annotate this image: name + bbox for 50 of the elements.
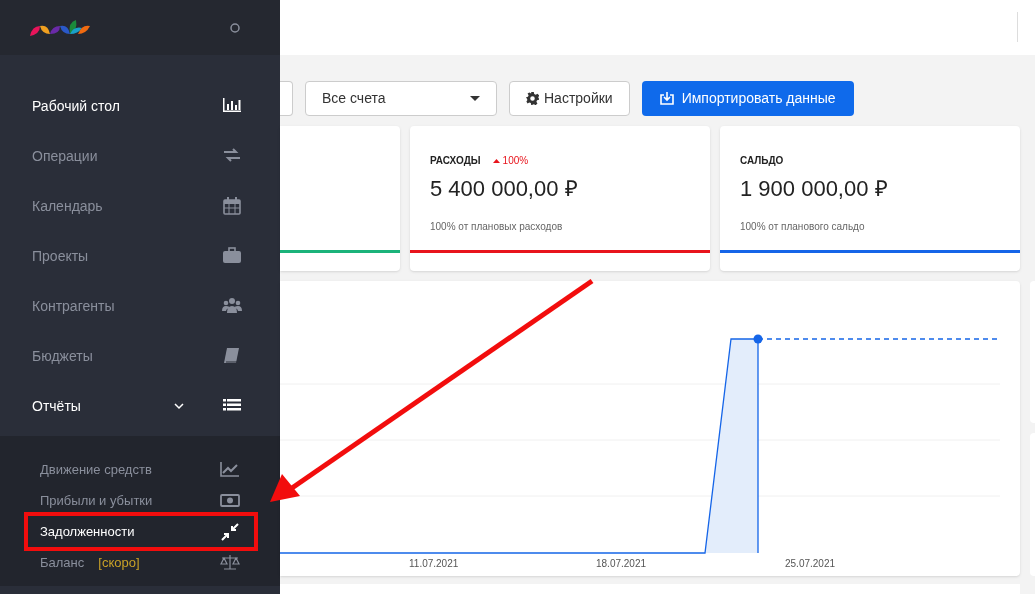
account-select[interactable]: Все счета: [305, 81, 497, 116]
sidebar-item-label: Бюджеты: [32, 346, 94, 366]
settings-button[interactable]: Настройки: [509, 81, 630, 116]
trend-label: 100%: [492, 153, 529, 168]
card-title: САЛЬДО: [740, 154, 784, 168]
download-icon: [659, 92, 674, 105]
card-title: РАСХОДЫ: [430, 154, 481, 168]
sidebar-item[interactable]: Отчёты: [0, 381, 280, 431]
sidebar-item[interactable]: Календарь: [0, 181, 280, 231]
sidebar-item[interactable]: Проекты: [0, 231, 280, 281]
sidebar-item-label: Операции: [32, 146, 99, 166]
briefcase-icon: [222, 246, 242, 266]
line-chart-icon: [220, 459, 240, 480]
card-amount: 1 900 000,00 ₽: [740, 175, 889, 203]
logo-icon: [30, 17, 90, 38]
sidebar-item-label: Контрагенты: [32, 296, 116, 316]
sidebar-item-label: Отчёты: [32, 396, 82, 416]
submenu-item-label: Баланс: [40, 553, 85, 572]
sidebar-item-label: Рабочий стол: [32, 96, 121, 116]
submenu-item-label: Прибыли и убытки: [40, 491, 153, 510]
axis-label: 18.07.2021: [596, 557, 647, 571]
sidebar-item[interactable]: Операции: [0, 131, 280, 181]
sidebar-item-label: Проекты: [32, 246, 90, 266]
book-icon: [222, 346, 242, 366]
submenu-item-label: Задолженности: [40, 522, 135, 541]
sidebar-item[interactable]: Рабочий стол: [0, 81, 280, 131]
sidebar-item[interactable]: Бюджеты: [0, 331, 280, 381]
calendar-icon: [222, 196, 242, 216]
dropdown-caret-icon: [470, 96, 480, 101]
card-note: 100% от планового сальдо: [740, 220, 866, 234]
submenu-item[interactable]: Прибыли и убытки: [0, 485, 260, 516]
circle-icon[interactable]: [230, 22, 240, 33]
submenu-item-label: Движение средств: [40, 460, 152, 479]
sidebar-item-label: Календарь: [32, 196, 104, 216]
submenu-item[interactable]: Задолженности: [0, 516, 260, 547]
soon-label: [скоро]: [98, 553, 140, 572]
up-triangle-icon: [492, 158, 500, 163]
submenu-item[interactable]: Баланс [скоро]: [0, 547, 260, 578]
scale-icon: [220, 552, 240, 573]
chevron-icon[interactable]: [174, 402, 184, 410]
users-icon: [222, 296, 242, 316]
sidebar-item[interactable]: Контрагенты: [0, 281, 280, 331]
submenu-item[interactable]: Движение средств: [0, 454, 260, 485]
axis-label: 11.07.2021: [409, 557, 459, 571]
gear-icon: [526, 92, 539, 105]
compress-icon: [220, 521, 240, 542]
card-amount: 5 400 000,00 ₽: [430, 175, 579, 203]
axis-label: 25.07.2021: [785, 557, 836, 571]
card-note: 100% от плановых расходов: [430, 220, 564, 234]
import-button[interactable]: Импортировать данные: [641, 81, 854, 116]
